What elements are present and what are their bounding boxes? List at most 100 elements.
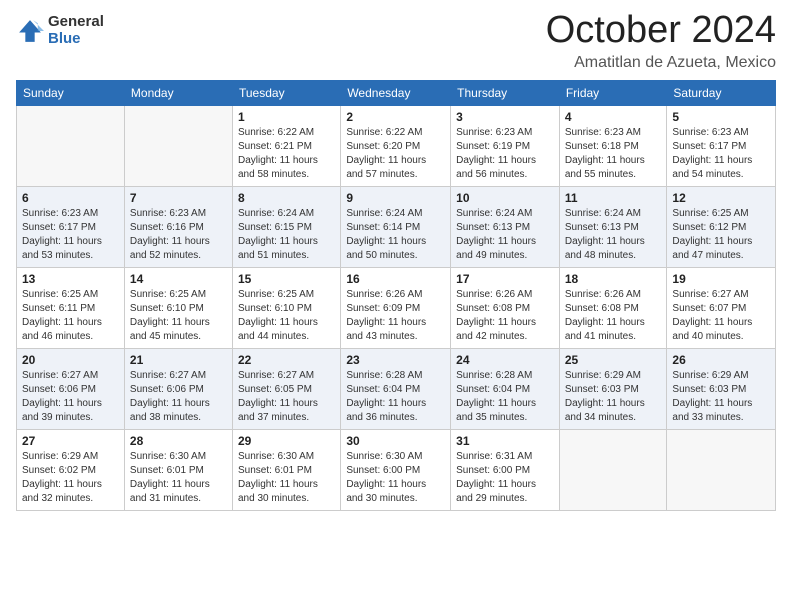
day-number: 2 xyxy=(346,110,445,124)
day-detail: Sunrise: 6:28 AMSunset: 6:04 PMDaylight:… xyxy=(346,369,445,425)
day-detail: Sunrise: 6:30 AMSunset: 6:00 PMDaylight:… xyxy=(346,450,445,506)
day-detail: Sunrise: 6:24 AMSunset: 6:13 PMDaylight:… xyxy=(565,207,662,263)
table-cell: 9 Sunrise: 6:24 AMSunset: 6:14 PMDaylight… xyxy=(341,186,451,267)
day-detail: Sunrise: 6:24 AMSunset: 6:14 PMDaylight:… xyxy=(346,207,445,263)
day-number: 26 xyxy=(672,353,770,367)
day-number: 4 xyxy=(565,110,662,124)
table-cell: 13 Sunrise: 6:25 AMSunset: 6:11 PMDayligh… xyxy=(17,267,125,348)
table-cell: 18 Sunrise: 6:26 AMSunset: 6:08 PMDayligh… xyxy=(559,267,667,348)
table-cell: 4 Sunrise: 6:23 AMSunset: 6:18 PMDaylight… xyxy=(559,105,667,186)
day-detail: Sunrise: 6:27 AMSunset: 6:06 PMDaylight:… xyxy=(22,369,119,425)
day-detail: Sunrise: 6:31 AMSunset: 6:00 PMDaylight:… xyxy=(456,450,554,506)
day-number: 27 xyxy=(22,434,119,448)
logo: General Blue xyxy=(16,14,104,47)
col-saturday: Saturday xyxy=(667,80,776,105)
day-detail: Sunrise: 6:27 AMSunset: 6:07 PMDaylight:… xyxy=(672,288,770,344)
day-detail: Sunrise: 6:27 AMSunset: 6:06 PMDaylight:… xyxy=(130,369,227,425)
calendar-table: Sunday Monday Tuesday Wednesday Thursday… xyxy=(16,80,776,511)
day-detail: Sunrise: 6:30 AMSunset: 6:01 PMDaylight:… xyxy=(130,450,227,506)
day-number: 28 xyxy=(130,434,227,448)
day-detail: Sunrise: 6:29 AMSunset: 6:02 PMDaylight:… xyxy=(22,450,119,506)
table-cell: 3Sunrise: 6:23 AMSunset: 6:19 PMDaylight… xyxy=(451,105,560,186)
col-friday: Friday xyxy=(559,80,667,105)
table-cell xyxy=(559,429,667,510)
day-number: 23 xyxy=(346,353,445,367)
table-cell: 30 Sunrise: 6:30 AMSunset: 6:00 PMDayligh… xyxy=(341,429,451,510)
day-number: 30 xyxy=(346,434,445,448)
day-detail: Sunrise: 6:29 AMSunset: 6:03 PMDaylight:… xyxy=(565,369,662,425)
day-detail: Sunrise: 6:23 AMSunset: 6:16 PMDaylight:… xyxy=(130,207,227,263)
title-block: October 2024 Amatitlan de Azueta, Mexico xyxy=(546,10,776,72)
table-cell: 29Sunrise: 6:30 AMSunset: 6:01 PMDayligh… xyxy=(232,429,340,510)
day-detail: Sunrise: 6:25 AMSunset: 6:12 PMDaylight:… xyxy=(672,207,770,263)
day-detail: Sunrise: 6:22 AMSunset: 6:20 PMDaylight:… xyxy=(346,126,445,182)
day-number: 7 xyxy=(130,191,227,205)
col-wednesday: Wednesday xyxy=(341,80,451,105)
week-row-2: 6 Sunrise: 6:23 AMSunset: 6:17 PMDaylight… xyxy=(17,186,776,267)
day-number: 6 xyxy=(22,191,119,205)
week-row-3: 13 Sunrise: 6:25 AMSunset: 6:11 PMDayligh… xyxy=(17,267,776,348)
table-cell: 26 Sunrise: 6:29 AMSunset: 6:03 PMDayligh… xyxy=(667,348,776,429)
day-number: 20 xyxy=(22,353,119,367)
day-detail: Sunrise: 6:25 AMSunset: 6:10 PMDaylight:… xyxy=(238,288,335,344)
day-number: 9 xyxy=(346,191,445,205)
table-cell: 27 Sunrise: 6:29 AMSunset: 6:02 PMDayligh… xyxy=(17,429,125,510)
day-number: 11 xyxy=(565,191,662,205)
day-number: 19 xyxy=(672,272,770,286)
logo-text: General Blue xyxy=(48,14,104,47)
day-number: 15 xyxy=(238,272,335,286)
table-cell: 8 Sunrise: 6:24 AMSunset: 6:15 PMDaylight… xyxy=(232,186,340,267)
table-cell: 1Sunrise: 6:22 AMSunset: 6:21 PMDaylight… xyxy=(232,105,340,186)
day-number: 5 xyxy=(672,110,770,124)
day-number: 29 xyxy=(238,434,335,448)
table-cell: 23 Sunrise: 6:28 AMSunset: 6:04 PMDayligh… xyxy=(341,348,451,429)
table-cell xyxy=(124,105,232,186)
day-detail: Sunrise: 6:23 AMSunset: 6:17 PMDaylight:… xyxy=(22,207,119,263)
week-row-5: 27 Sunrise: 6:29 AMSunset: 6:02 PMDayligh… xyxy=(17,429,776,510)
day-detail: Sunrise: 6:29 AMSunset: 6:03 PMDaylight:… xyxy=(672,369,770,425)
day-detail: Sunrise: 6:28 AMSunset: 6:04 PMDaylight:… xyxy=(456,369,554,425)
day-detail: Sunrise: 6:23 AMSunset: 6:17 PMDaylight:… xyxy=(672,126,770,182)
table-cell xyxy=(667,429,776,510)
day-number: 8 xyxy=(238,191,335,205)
table-cell: 16 Sunrise: 6:26 AMSunset: 6:09 PMDayligh… xyxy=(341,267,451,348)
day-detail: Sunrise: 6:24 AMSunset: 6:15 PMDaylight:… xyxy=(238,207,335,263)
day-number: 14 xyxy=(130,272,227,286)
day-number: 13 xyxy=(22,272,119,286)
table-cell: 24Sunrise: 6:28 AMSunset: 6:04 PMDayligh… xyxy=(451,348,560,429)
col-thursday: Thursday xyxy=(451,80,560,105)
day-number: 10 xyxy=(456,191,554,205)
table-cell: 14 Sunrise: 6:25 AMSunset: 6:10 PMDayligh… xyxy=(124,267,232,348)
col-monday: Monday xyxy=(124,80,232,105)
day-detail: Sunrise: 6:26 AMSunset: 6:08 PMDaylight:… xyxy=(565,288,662,344)
table-cell: 20 Sunrise: 6:27 AMSunset: 6:06 PMDayligh… xyxy=(17,348,125,429)
table-cell: 21Sunrise: 6:27 AMSunset: 6:06 PMDayligh… xyxy=(124,348,232,429)
table-cell: 10 Sunrise: 6:24 AMSunset: 6:13 PMDayligh… xyxy=(451,186,560,267)
table-cell: 19 Sunrise: 6:27 AMSunset: 6:07 PMDayligh… xyxy=(667,267,776,348)
day-detail: Sunrise: 6:25 AMSunset: 6:11 PMDaylight:… xyxy=(22,288,119,344)
day-detail: Sunrise: 6:23 AMSunset: 6:19 PMDaylight:… xyxy=(456,126,554,182)
table-cell: 2 Sunrise: 6:22 AMSunset: 6:20 PMDaylight… xyxy=(341,105,451,186)
day-number: 16 xyxy=(346,272,445,286)
calendar-header-row: Sunday Monday Tuesday Wednesday Thursday… xyxy=(17,80,776,105)
table-cell: 17Sunrise: 6:26 AMSunset: 6:08 PMDayligh… xyxy=(451,267,560,348)
day-number: 18 xyxy=(565,272,662,286)
table-cell: 22Sunrise: 6:27 AMSunset: 6:05 PMDayligh… xyxy=(232,348,340,429)
day-number: 22 xyxy=(238,353,335,367)
col-sunday: Sunday xyxy=(17,80,125,105)
day-detail: Sunrise: 6:25 AMSunset: 6:10 PMDaylight:… xyxy=(130,288,227,344)
day-number: 17 xyxy=(456,272,554,286)
day-detail: Sunrise: 6:23 AMSunset: 6:18 PMDaylight:… xyxy=(565,126,662,182)
location-subtitle: Amatitlan de Azueta, Mexico xyxy=(546,54,776,72)
day-number: 25 xyxy=(565,353,662,367)
table-cell: 31 Sunrise: 6:31 AMSunset: 6:00 PMDayligh… xyxy=(451,429,560,510)
table-cell: 12 Sunrise: 6:25 AMSunset: 6:12 PMDayligh… xyxy=(667,186,776,267)
day-number: 12 xyxy=(672,191,770,205)
day-detail: Sunrise: 6:22 AMSunset: 6:21 PMDaylight:… xyxy=(238,126,335,182)
day-detail: Sunrise: 6:24 AMSunset: 6:13 PMDaylight:… xyxy=(456,207,554,263)
logo-blue: Blue xyxy=(48,31,104,48)
day-number: 31 xyxy=(456,434,554,448)
day-detail: Sunrise: 6:26 AMSunset: 6:09 PMDaylight:… xyxy=(346,288,445,344)
week-row-4: 20 Sunrise: 6:27 AMSunset: 6:06 PMDayligh… xyxy=(17,348,776,429)
table-cell: 25 Sunrise: 6:29 AMSunset: 6:03 PMDayligh… xyxy=(559,348,667,429)
